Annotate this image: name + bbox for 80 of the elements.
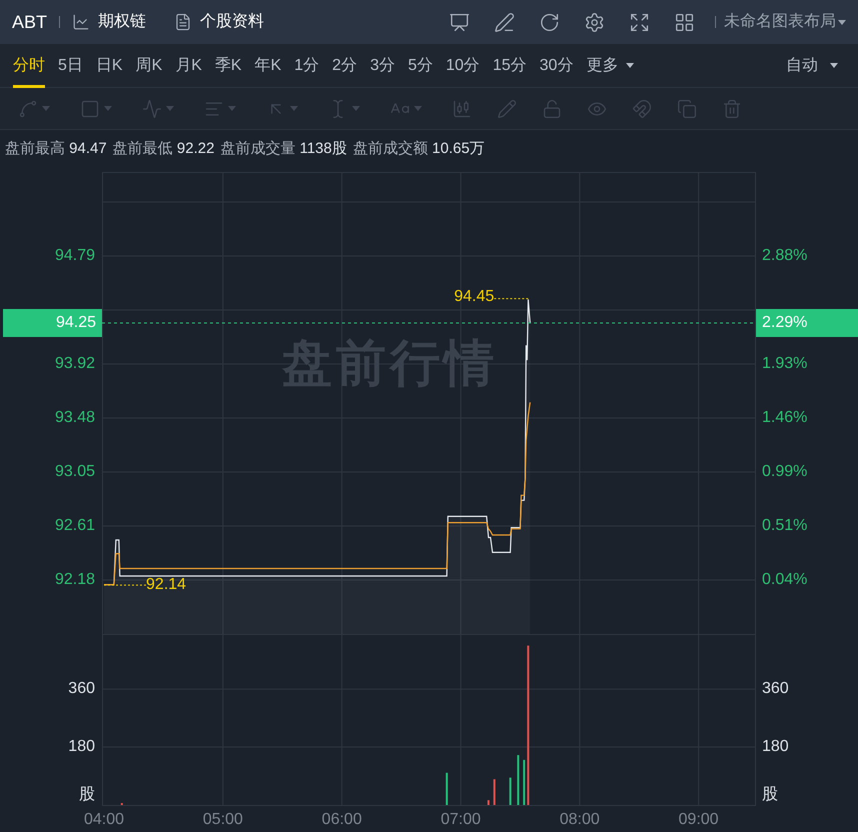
period-tab[interactable]: 5分 (408, 44, 433, 88)
line-icon (18, 98, 38, 118)
layout-dropdown[interactable]: 未命名图表布局 (724, 10, 846, 34)
time-axis-label: 07:00 (440, 812, 482, 828)
premarket-stat: 盘前最低 92.22 (112, 138, 214, 159)
percent-axis-label: 2.88% (762, 248, 808, 264)
caret-icon (290, 106, 298, 111)
current-price-badge: 94.25 (3, 308, 102, 337)
caret-icon (626, 63, 634, 68)
pencil-icon (497, 98, 517, 118)
percent-axis-label: 1.46% (762, 410, 808, 426)
caret-icon (42, 106, 50, 111)
fullscreen-icon (629, 12, 650, 32)
period-tab[interactable]: 5日 (58, 44, 83, 88)
volume-axis-label: 股 (79, 787, 95, 803)
change-percent-badge: 2.29% (756, 308, 858, 337)
caret-icon (228, 106, 236, 111)
period-tab[interactable]: 15分 (492, 44, 526, 88)
volume-axis-label: 360 (762, 681, 789, 698)
leader-line (494, 298, 529, 300)
candlestick-icon (452, 98, 472, 118)
time-axis-label: 04:00 (82, 812, 126, 828)
refresh-icon (539, 12, 560, 32)
more-dropdown[interactable]: 更多 (586, 54, 634, 78)
percent-axis-label: 1.93% (762, 356, 808, 372)
price-annotation: 92.14 (146, 576, 186, 593)
price-annotation: 94.45 (454, 289, 494, 306)
price-axis-label: 92.18 (54, 572, 95, 588)
edit-icon (494, 12, 515, 32)
copy-icon (677, 98, 697, 118)
period-tab[interactable]: 3分 (370, 44, 395, 88)
period-tab[interactable]: 月K (175, 44, 202, 88)
unlock-icon (542, 98, 562, 118)
volume-axis-label: 180 (762, 739, 789, 756)
scale-dropdown[interactable]: 自动 (786, 54, 838, 78)
presentation-icon (449, 12, 470, 32)
grid-icon (674, 12, 695, 32)
settings-icon (584, 12, 605, 32)
time-axis-label: 06:00 (320, 812, 363, 828)
rectangle-icon (80, 98, 100, 118)
period-tab[interactable]: 30分 (539, 44, 574, 88)
caret-icon (838, 20, 846, 24)
volume-axis-label: 360 (68, 681, 95, 698)
volume-axis-label: 180 (68, 739, 95, 756)
premarket-stat: 盘前最高 94.47 (5, 138, 107, 159)
time-axis-label: 08:00 (558, 812, 601, 828)
caret-icon (414, 106, 422, 111)
period-tab[interactable]: 2分 (332, 44, 358, 88)
price-axis-label: 93.05 (54, 464, 95, 480)
price-axis-label: 93.48 (54, 410, 95, 426)
percent-axis-label: 0.99% (762, 464, 808, 480)
symbol-title: ABT (12, 10, 48, 34)
period-tab[interactable]: 1分 (294, 44, 320, 88)
trash-icon (722, 98, 742, 118)
caret-icon (352, 106, 360, 111)
wave-icon (142, 98, 162, 118)
period-tab[interactable]: 季K (214, 44, 242, 88)
leader-line (104, 584, 147, 586)
options-chain-link[interactable]: 期权链 (72, 10, 146, 34)
period-tab[interactable]: 日K (96, 44, 123, 88)
magnet-icon (632, 98, 652, 118)
price-axis-label: 93.92 (54, 356, 95, 372)
caret-icon (104, 106, 112, 111)
percent-axis-label: 0.51% (762, 518, 808, 534)
period-tab[interactable]: 周K (136, 44, 162, 88)
percent-axis-label: 0.04% (762, 572, 808, 588)
premarket-stat: 盘前成交量 1138股 (220, 138, 347, 159)
document-icon (174, 13, 192, 31)
caret-icon (830, 63, 838, 68)
period-tab[interactable]: 年K (254, 44, 282, 88)
caret-icon (166, 106, 174, 111)
time-axis-label: 05:00 (202, 812, 244, 828)
stock-profile-link[interactable]: 个股资料 (174, 10, 264, 34)
price-axis-label: 92.61 (54, 518, 95, 534)
time-axis-label: 09:00 (678, 812, 720, 828)
chart-icon (72, 13, 90, 31)
period-tab[interactable]: 10分 (446, 44, 480, 88)
volume-axis-label: 股 (762, 787, 778, 803)
price-axis-label: 94.79 (54, 248, 95, 264)
premarket-stat: 盘前成交额 10.65万 (352, 138, 485, 159)
